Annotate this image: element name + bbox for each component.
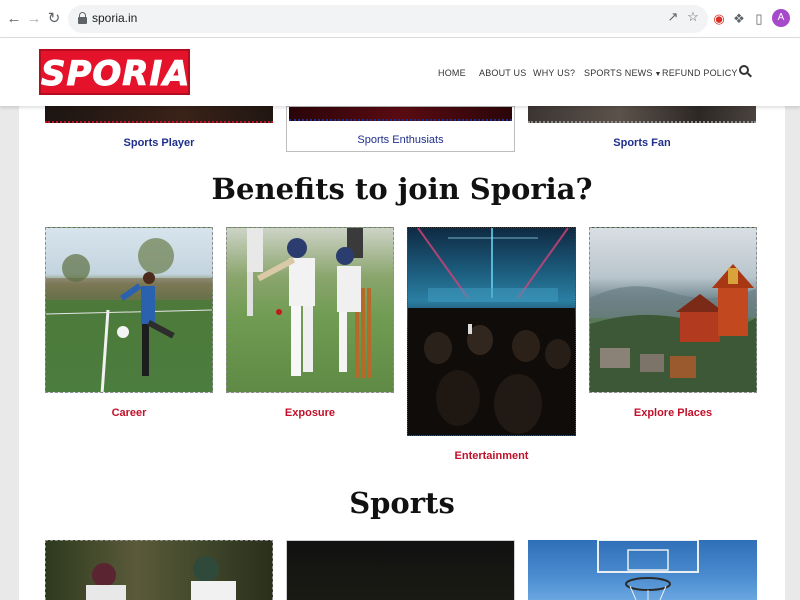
exposure-scene: [247, 228, 371, 378]
logo[interactable]: SPORIA: [39, 49, 190, 95]
basketball-image[interactable]: [528, 540, 757, 600]
cricket-scene: [86, 556, 236, 600]
arrow-right-icon[interactable]: →: [24, 9, 44, 29]
explore-places-image[interactable]: [589, 227, 757, 393]
explore-places-caption[interactable]: Explore Places: [589, 407, 757, 419]
reload-icon[interactable]: ↻: [44, 9, 64, 29]
address-bar[interactable]: sporia.in ↗ ☆: [68, 5, 708, 33]
sports-enthusiasts-caption: Sports Enthusiats: [357, 134, 444, 146]
basketball-scene: [597, 540, 699, 600]
career-image[interactable]: [45, 227, 213, 393]
sports-player-image[interactable]: [45, 106, 273, 123]
benefits-title: Benefits to join Sporia?: [211, 172, 593, 206]
site-header: SPORIA HOME ABOUT US WHY US? SPORTS NEWS…: [0, 38, 800, 106]
entertainment-image[interactable]: [407, 227, 576, 436]
sports-fan-image[interactable]: [528, 106, 756, 123]
sports-player-caption[interactable]: Sports Player: [45, 137, 273, 149]
night-sport-image[interactable]: [286, 540, 515, 600]
nav-home[interactable]: HOME: [438, 68, 466, 78]
nav-about-us[interactable]: ABOUT US: [479, 68, 526, 78]
sports-title: Sports: [349, 486, 455, 520]
lock-icon: [78, 12, 87, 25]
arrow-left-icon[interactable]: ←: [4, 9, 24, 29]
nav-refund-policy[interactable]: REFUND POLICY: [662, 68, 738, 78]
url-text: sporia.in: [92, 11, 138, 25]
entertainment-caption[interactable]: Entertainment: [407, 450, 576, 462]
exposure-image[interactable]: [226, 227, 394, 393]
side-panel-icon[interactable]: ▯: [750, 10, 768, 28]
page-content: Sports Player Sports Enthusiats Sports F…: [19, 106, 785, 600]
exposure-caption[interactable]: Exposure: [226, 407, 394, 419]
star-icon[interactable]: ☆: [684, 9, 702, 25]
browser-toolbar: ← → ↻ sporia.in ↗ ☆ ◉ ❖ ▯ A: [0, 0, 800, 38]
puzzle-icon[interactable]: ❖: [730, 10, 748, 28]
search-icon[interactable]: [739, 65, 752, 78]
nav-why-us[interactable]: WHY US?: [533, 68, 575, 78]
avatar[interactable]: A: [772, 9, 790, 27]
explore-places-scene: [590, 264, 756, 392]
logo-text: SPORIA: [41, 54, 191, 95]
cricket-image[interactable]: [45, 540, 273, 600]
chevron-down-icon: ▼: [654, 71, 662, 78]
share-icon[interactable]: ↗: [664, 9, 682, 25]
sports-fan-caption[interactable]: Sports Fan: [528, 137, 756, 149]
sports-enthusiasts-image: [289, 107, 512, 121]
sports-enthusiasts-card[interactable]: Sports Enthusiats: [286, 106, 515, 152]
entertainment-scene: [408, 228, 575, 435]
nav-sports-news[interactable]: SPORTS NEWS ▼: [584, 68, 662, 78]
extension-icon[interactable]: ◉: [710, 10, 728, 28]
nav-sports-news-label: SPORTS NEWS: [584, 68, 653, 78]
career-caption[interactable]: Career: [45, 407, 213, 419]
career-scene: [46, 238, 212, 392]
